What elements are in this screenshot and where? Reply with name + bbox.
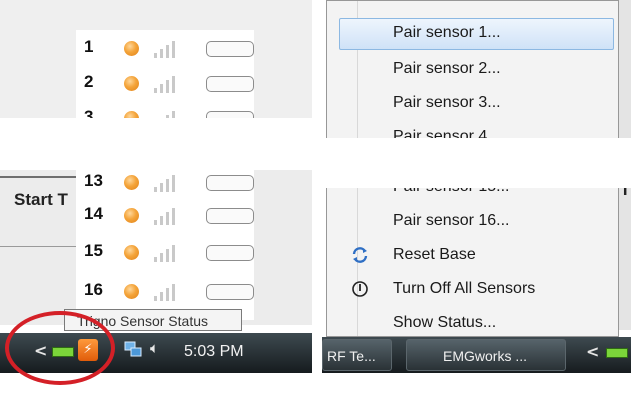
network-icon[interactable]	[124, 340, 142, 358]
sensor-row[interactable]: 15	[76, 236, 254, 268]
system-clock[interactable]: 5:03 PM	[184, 343, 244, 361]
sensor-row[interactable]: 2	[76, 67, 254, 99]
highlight-circle	[5, 311, 115, 385]
status-dot-icon	[124, 175, 139, 190]
signal-strength-icon	[154, 75, 180, 93]
sensor-number: 14	[84, 204, 103, 223]
signal-strength-icon	[154, 244, 180, 262]
volume-icon[interactable]: 🔈︎	[150, 339, 159, 357]
menu-item-label: Pair sensor 2...	[393, 60, 501, 77]
menu-item-show-status[interactable]: Show Status...	[327, 307, 618, 341]
signal-strength-icon	[154, 207, 180, 225]
status-dot-icon	[124, 208, 139, 223]
battery-icon	[206, 41, 254, 57]
menu-item-label: Pair sensor 16...	[393, 212, 510, 229]
status-dot-icon	[124, 76, 139, 91]
status-dot-icon	[124, 245, 139, 260]
sensor-number: 1	[84, 37, 94, 56]
signal-strength-icon	[154, 174, 180, 192]
menu-item-pair-sensor-1[interactable]: Pair sensor 1...	[327, 17, 618, 51]
taskbar-button-emgworks[interactable]: EMGworks ...	[406, 339, 566, 371]
sensor-status-panel: 1 2 3 13 14 15 16	[76, 30, 254, 320]
status-dot-icon	[124, 284, 139, 299]
menu-item-pair-sensor-3[interactable]: Pair sensor 3...	[327, 87, 618, 121]
menu-item-label: Pair sensor 1...	[393, 24, 501, 41]
sensor-number: 13	[84, 171, 103, 190]
taskbar-button-label: EMGworks ...	[443, 348, 528, 364]
battery-icon	[206, 76, 254, 92]
menu-item-label: Turn Off All Sensors	[393, 280, 536, 297]
sensor-number: 16	[84, 280, 103, 299]
menu-item-label: Show Status...	[393, 314, 497, 331]
sensor-number: 2	[84, 72, 94, 91]
power-icon	[352, 281, 368, 297]
battery-icon	[206, 245, 254, 261]
sensor-battery-icon[interactable]	[606, 348, 628, 358]
sensor-row[interactable]: 1	[76, 32, 254, 64]
signal-strength-icon	[154, 283, 180, 301]
battery-icon	[206, 208, 254, 224]
page-break-divider	[0, 118, 312, 170]
app-divider	[0, 176, 80, 178]
refresh-icon	[352, 247, 368, 263]
right-panel: T Pair sensor 1... Pair sensor 2... Pair…	[322, 0, 631, 394]
menu-item-label: Pair sensor 3...	[393, 94, 501, 111]
status-dot-icon	[124, 41, 139, 56]
battery-icon	[206, 175, 254, 191]
battery-icon	[206, 284, 254, 300]
page-break-divider	[322, 138, 631, 188]
app-divider	[0, 246, 80, 247]
sensor-row[interactable]: 13	[76, 166, 254, 198]
sensor-row[interactable]: 16	[76, 275, 254, 307]
menu-item-turn-off-all-sensors[interactable]: Turn Off All Sensors	[327, 273, 618, 307]
sensor-number: 15	[84, 241, 103, 260]
signal-strength-icon	[154, 40, 180, 58]
menu-item-pair-sensor-16[interactable]: Pair sensor 16...	[327, 205, 618, 239]
taskbar-button[interactable]: RF Te...	[322, 339, 392, 371]
show-hidden-icons-chevron[interactable]: <	[586, 342, 599, 361]
menu-item-reset-base[interactable]: Reset Base	[327, 239, 618, 273]
sensor-row[interactable]: 14	[76, 199, 254, 231]
menu-item-pair-sensor-2[interactable]: Pair sensor 2...	[327, 53, 618, 87]
left-panel: Start T 1 2 3 13 14 15 16 < ⚡ 🔈︎ 5:03 PM…	[0, 0, 312, 394]
background-app-label: Start T	[14, 190, 68, 209]
menu-item-label: Reset Base	[393, 246, 476, 263]
